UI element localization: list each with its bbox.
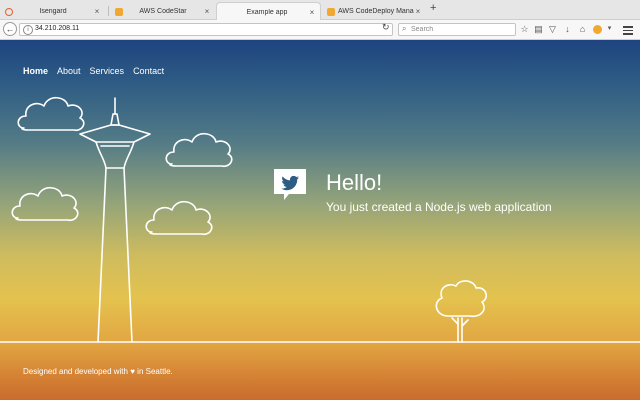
cloud-illustration	[11, 186, 79, 222]
cloud-illustration	[145, 200, 213, 236]
nav-link-services[interactable]: Services	[90, 66, 125, 76]
cloud-illustration	[165, 132, 233, 168]
close-tab-icon[interactable]: ×	[93, 7, 101, 16]
tab-bar: Isengard × AWS CodeStar × Example app × …	[0, 0, 640, 21]
downloads-icon[interactable]: ↓	[562, 23, 573, 35]
new-tab-button[interactable]: +	[430, 2, 436, 14]
close-tab-icon[interactable]: ×	[308, 8, 316, 17]
tab-title: Isengard	[39, 8, 67, 15]
reading-list-icon[interactable]: ▤	[533, 23, 544, 35]
aws-icon	[327, 7, 335, 16]
chevron-down-icon[interactable]: ▾	[604, 23, 615, 35]
tab-aws-codedeploy[interactable]: AWS CodeDeploy Manage... ×	[322, 3, 426, 20]
tab-title: AWS CodeStar	[139, 8, 187, 15]
tab-separator	[108, 6, 109, 16]
home-icon[interactable]: ⌂	[577, 23, 588, 35]
blocked-icon	[5, 7, 13, 16]
nav-link-about[interactable]: About	[57, 66, 81, 76]
extension-icon[interactable]	[592, 23, 603, 35]
tab-title: Example app	[246, 8, 288, 16]
search-icon: ⌕	[402, 24, 407, 33]
close-tab-icon[interactable]: ×	[414, 7, 422, 16]
tree-illustration	[435, 280, 488, 343]
aws-icon	[115, 7, 123, 16]
illustration	[0, 96, 640, 343]
search-bar[interactable]: ⌕	[398, 23, 516, 36]
browser-window: Isengard × AWS CodeStar × Example app × …	[0, 0, 640, 400]
search-input[interactable]	[411, 24, 511, 35]
navigation-bar: ← i 34.210.208.11 ⌕ ☆ ▤ ▽ ↓ ⌂ ▾	[0, 20, 640, 40]
back-button[interactable]: ←	[3, 22, 17, 36]
cloud-illustration	[17, 96, 85, 132]
reload-icon[interactable]: ↻	[382, 22, 390, 33]
nav-link-home[interactable]: Home	[23, 66, 48, 76]
tab-isengard[interactable]: Isengard ×	[0, 3, 105, 20]
url-text: 34.210.208.11	[35, 25, 80, 32]
tab-title: AWS CodeDeploy Manage...	[338, 8, 414, 15]
web-page: Home About Services Contact Hello! You j…	[0, 40, 640, 400]
site-navigation: Home About Services Contact	[23, 66, 164, 76]
pocket-icon[interactable]: ▽	[547, 23, 558, 35]
tab-aws-codestar[interactable]: AWS CodeStar ×	[110, 3, 215, 20]
hello-subtitle: You just created a Node.js web applicati…	[326, 200, 552, 214]
bookmark-star-icon[interactable]: ☆	[519, 23, 530, 35]
twitter-bird-icon[interactable]	[273, 168, 307, 202]
info-icon[interactable]: i	[23, 25, 33, 35]
close-tab-icon[interactable]: ×	[203, 7, 211, 16]
tab-example-app[interactable]: Example app ×	[216, 2, 321, 21]
nav-link-contact[interactable]: Contact	[133, 66, 164, 76]
footer-text: Designed and developed with ♥ in Seattle…	[23, 367, 173, 376]
hamburger-menu-icon[interactable]	[623, 26, 633, 35]
hello-heading: Hello!	[326, 170, 383, 195]
space-needle-illustration	[79, 97, 151, 343]
address-bar[interactable]: i 34.210.208.11	[19, 23, 393, 36]
